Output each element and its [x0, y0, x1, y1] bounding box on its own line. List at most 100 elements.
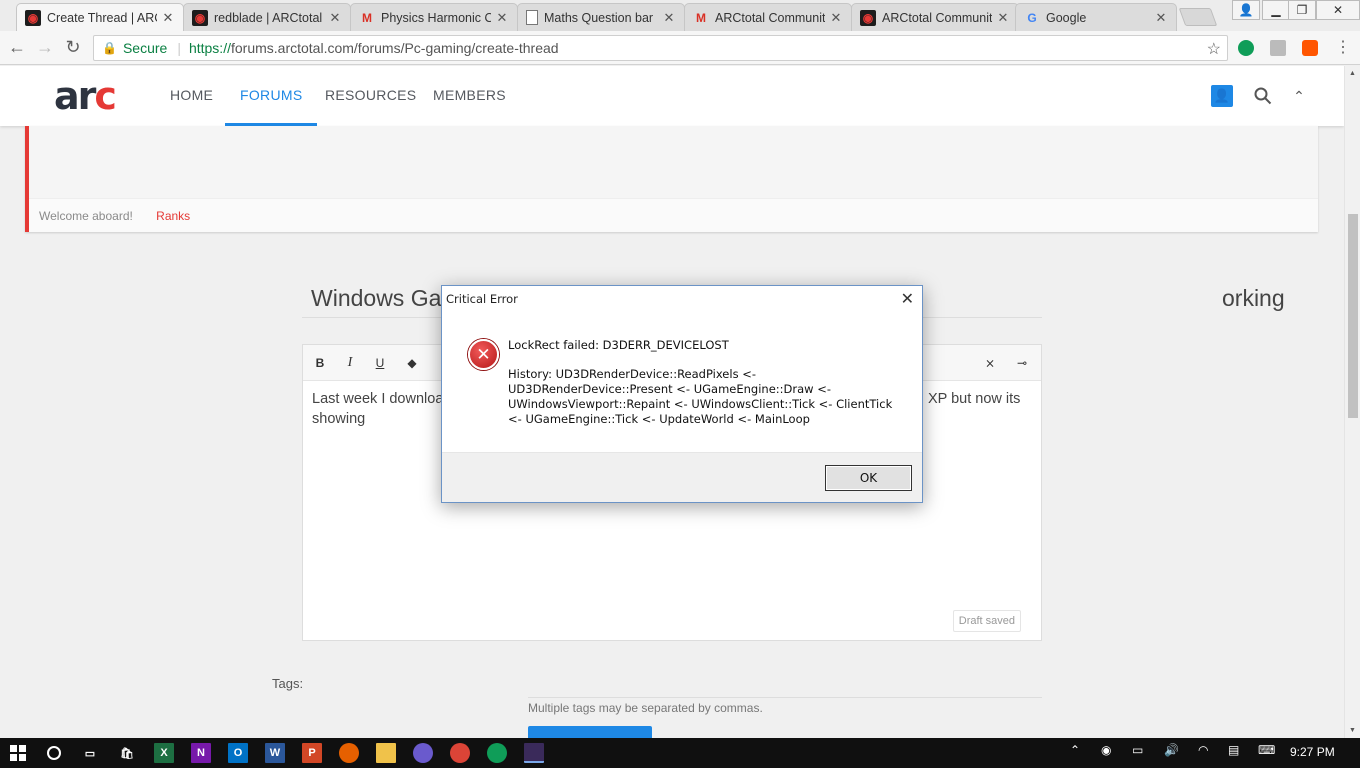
- gmail-icon: M: [362, 10, 372, 25]
- tray-chevron-up-icon[interactable]: ⌃: [1070, 743, 1080, 757]
- profile-icon[interactable]: 👤: [1232, 0, 1260, 20]
- close-icon[interactable]: ✕: [1154, 10, 1168, 26]
- italic-button[interactable]: I: [339, 352, 361, 374]
- keyboard-icon[interactable]: ⌨: [1258, 743, 1275, 757]
- chrome-icon[interactable]: [450, 743, 470, 763]
- tab-arctotal-mail[interactable]: M ARCtotal Communit ✕: [684, 3, 852, 31]
- secure-label: Secure: [122, 40, 168, 56]
- powerpoint-icon[interactable]: P: [302, 743, 322, 763]
- scroll-down-arrow-icon[interactable]: ▼: [1349, 727, 1356, 734]
- close-icon[interactable]: ✕: [996, 10, 1010, 26]
- excel-icon[interactable]: X: [154, 743, 174, 763]
- extension-green-icon[interactable]: [1238, 40, 1254, 56]
- draft-status-badge: Draft saved: [952, 610, 1021, 632]
- lock-icon: 🔒: [102, 41, 117, 55]
- tab-create-thread[interactable]: ◉ Create Thread | ARC ✕: [16, 3, 184, 31]
- tab-maths[interactable]: Maths Question bar ✕: [517, 3, 685, 31]
- bookmark-star-icon[interactable]: ☆: [1207, 39, 1221, 59]
- task-view-icon[interactable]: ▭: [80, 743, 100, 763]
- tab-title: Create Thread | ARC: [47, 10, 157, 25]
- page-scrollbar[interactable]: ▲ ▼: [1344, 66, 1360, 738]
- onenote-icon[interactable]: N: [191, 743, 211, 763]
- remove-format-icon[interactable]: ⨯: [979, 352, 1001, 374]
- game-app-icon[interactable]: [524, 743, 544, 763]
- firefox-icon[interactable]: [339, 743, 359, 763]
- tab-title: ARCtotal Communit: [882, 10, 992, 25]
- dialog-title: Critical Error: [446, 292, 518, 306]
- outlook-icon[interactable]: O: [228, 743, 248, 763]
- back-icon[interactable]: ←: [6, 36, 28, 58]
- tags-hint: Multiple tags may be separated by commas…: [528, 701, 763, 715]
- volume-icon[interactable]: 🔊: [1164, 743, 1179, 757]
- user-profile-icon[interactable]: 👤: [1211, 85, 1233, 107]
- tab-arctotal-community[interactable]: ◉ ARCtotal Communit ✕: [851, 3, 1019, 31]
- action-center-icon[interactable]: ▤: [1228, 743, 1239, 757]
- tab-title: Physics Harmonic O: [381, 10, 491, 25]
- store-icon[interactable]: 🛍: [117, 743, 137, 763]
- close-icon[interactable]: ✕: [662, 10, 676, 26]
- nav-members[interactable]: MEMBERS: [418, 66, 521, 126]
- ranks-link[interactable]: Ranks: [156, 209, 190, 223]
- ok-button[interactable]: OK: [825, 465, 912, 491]
- tab-redblade[interactable]: ◉ redblade | ARCtotal ✕: [183, 3, 351, 31]
- address-bar[interactable]: 🔒 Secure | https:// forums.arctotal.com/…: [93, 35, 1228, 61]
- menu-kebab-icon[interactable]: ⋮: [1332, 36, 1354, 58]
- url-path: forums.arctotal.com/forums/Pc-gaming/cre…: [230, 40, 559, 56]
- site-header: arc HOME FORUMS RESOURCES MEMBERS 👤 ⌃: [0, 66, 1344, 126]
- battery-icon[interactable]: ▭: [1132, 743, 1143, 757]
- search-icon[interactable]: [1252, 85, 1274, 107]
- scroll-up-arrow-icon[interactable]: ▲: [1349, 70, 1356, 77]
- close-icon[interactable]: ✕: [495, 10, 509, 26]
- taskbar-clock[interactable]: 9:27 PM: [1290, 745, 1335, 759]
- tags-input[interactable]: [528, 697, 1042, 698]
- tags-label: Tags:: [272, 676, 304, 691]
- file-explorer-icon[interactable]: [376, 743, 396, 763]
- tab-title: Google: [1046, 10, 1087, 25]
- post-thread-button[interactable]: [528, 726, 652, 738]
- close-icon[interactable]: ✕: [161, 10, 175, 26]
- wifi-icon[interactable]: ◠: [1198, 743, 1208, 757]
- close-icon[interactable]: ✕: [829, 10, 843, 26]
- forward-icon[interactable]: →: [34, 36, 56, 58]
- dialog-message: LockRect failed: D3DERR_DEVICELOST Histo…: [508, 338, 898, 427]
- underline-button[interactable]: U: [369, 352, 391, 374]
- minimize-icon[interactable]: ▁: [1262, 0, 1290, 20]
- toggle-bbcode-icon[interactable]: ⊸: [1011, 352, 1033, 374]
- new-tab-button[interactable]: [1178, 8, 1218, 26]
- error-message: LockRect failed: D3DERR_DEVICELOST: [508, 338, 729, 352]
- arc-logo[interactable]: arc: [54, 77, 117, 115]
- fill-color-icon[interactable]: ◆: [401, 352, 423, 374]
- cortana-icon[interactable]: [44, 743, 64, 763]
- scroll-thumb[interactable]: [1348, 214, 1358, 418]
- welcome-text: Welcome aboard!: [39, 209, 133, 223]
- arc-icon: ◉: [25, 9, 41, 26]
- reload-icon[interactable]: ↻: [62, 36, 84, 58]
- extension-feather-icon[interactable]: [1270, 40, 1286, 56]
- divider: |: [177, 40, 181, 56]
- nav-forums[interactable]: FORUMS: [225, 66, 318, 126]
- arc-icon: ◉: [860, 9, 876, 26]
- bold-button[interactable]: B: [309, 352, 331, 374]
- nav-resources[interactable]: RESOURCES: [310, 66, 431, 126]
- word-icon[interactable]: W: [265, 743, 285, 763]
- nav-home[interactable]: HOME: [155, 66, 228, 126]
- close-icon[interactable]: ✕: [901, 289, 914, 308]
- close-window-icon[interactable]: ✕: [1316, 0, 1360, 20]
- gmail-icon: M: [696, 10, 706, 25]
- browser-toolbar: ← → ↻ 🔒 Secure | https:// forums.arctota…: [0, 31, 1360, 65]
- windows-start-icon[interactable]: [8, 743, 28, 763]
- tray-chrome-icon[interactable]: ◉: [1101, 743, 1111, 757]
- error-icon: ✕: [468, 339, 499, 370]
- error-history: History: UD3DRenderDevice::ReadPixels <-…: [508, 367, 893, 426]
- soundcloud-icon[interactable]: [1302, 40, 1318, 56]
- tab-google[interactable]: G Google ✕: [1015, 3, 1177, 31]
- tab-physics[interactable]: M Physics Harmonic O ✕: [350, 3, 518, 31]
- tor-browser-icon[interactable]: [413, 743, 433, 763]
- logo-text: ar: [54, 74, 96, 118]
- chevron-up-icon[interactable]: ⌃: [1288, 85, 1310, 107]
- restore-icon[interactable]: ❐: [1288, 0, 1316, 20]
- document-icon: [526, 10, 538, 25]
- hangouts-icon[interactable]: [487, 743, 507, 763]
- close-icon[interactable]: ✕: [328, 10, 342, 26]
- google-icon: G: [1027, 10, 1037, 25]
